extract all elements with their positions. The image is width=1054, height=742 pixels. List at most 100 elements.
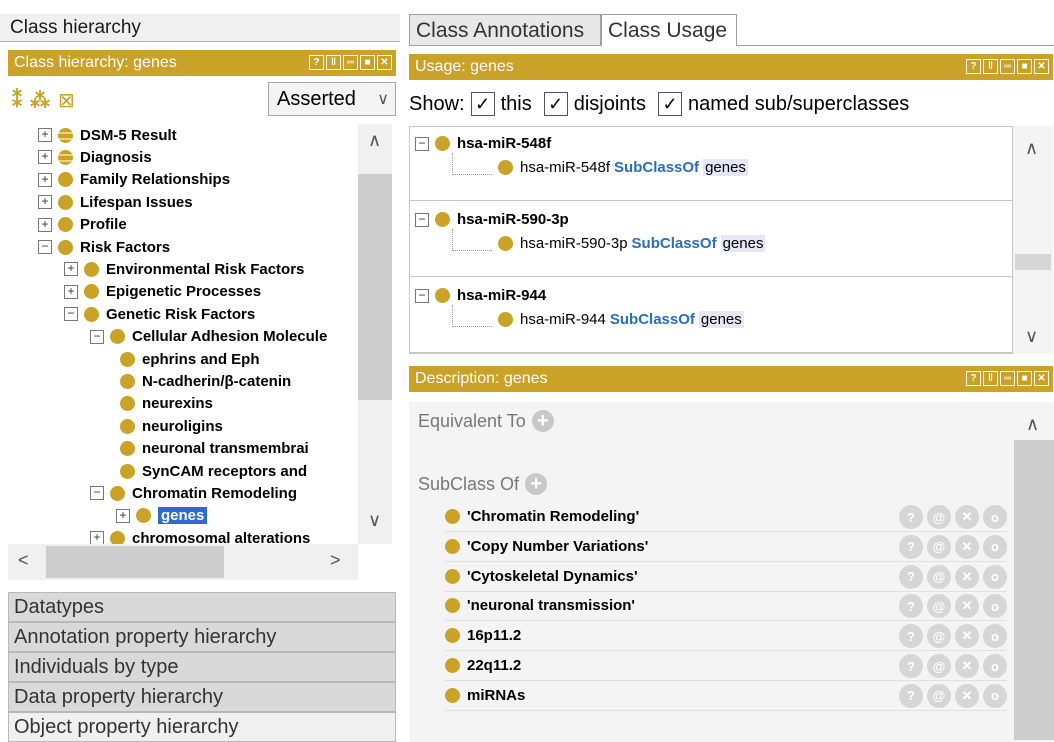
split-horizontal-icon[interactable]: ═ [1000, 59, 1015, 74]
explain-icon[interactable]: ? [899, 683, 923, 708]
superclass-row[interactable]: 'Cytoskeletal Dynamics'? @ ✕ o [445, 562, 1007, 592]
annotate-icon[interactable]: @ [927, 624, 951, 649]
tree-node[interactable]: ephrins and Eph [120, 348, 260, 370]
scroll-up-icon[interactable]: ∧ [1025, 138, 1038, 159]
expand-icon[interactable]: + [64, 284, 78, 299]
maximize-icon[interactable]: ■ [1017, 371, 1032, 386]
annotate-icon[interactable]: @ [927, 654, 951, 678]
tree-node[interactable]: + Family Relationships [38, 169, 230, 191]
split-horizontal-icon[interactable]: ═ [343, 55, 358, 70]
maximize-icon[interactable]: ■ [1017, 59, 1032, 74]
edit-icon[interactable]: o [983, 654, 1007, 678]
superclass-row[interactable]: miRNAs? @ ✕ o [445, 681, 1007, 711]
collapse-icon[interactable]: − [64, 307, 78, 322]
close-icon[interactable]: ✕ [1034, 59, 1049, 74]
usage-axiom[interactable]: hsa-miR-590-3p SubClassOf genes [498, 235, 766, 252]
tree-node[interactable]: + Environmental Risk Factors [64, 258, 304, 280]
tree-node[interactable]: neurexins [120, 393, 213, 415]
close-icon[interactable]: ✕ [1034, 371, 1049, 386]
split-vertical-icon[interactable]: ‖ [983, 59, 998, 74]
usage-item-title[interactable]: − hsa-miR-590-3p [415, 211, 569, 228]
scroll-right-icon[interactable]: > [330, 550, 341, 571]
named-sub-superclasses-checkbox[interactable]: ✓ [657, 92, 682, 116]
edit-icon[interactable]: o [983, 534, 1007, 559]
tree-node[interactable]: + Epigenetic Processes [64, 281, 261, 303]
collapse-icon[interactable]: − [90, 329, 104, 344]
tree-vertical-scroll-thumb[interactable] [358, 174, 392, 400]
expand-icon[interactable]: + [90, 531, 104, 544]
delete-icon[interactable]: ✕ [955, 594, 979, 619]
usage-item-title[interactable]: − hsa-miR-944 [415, 287, 546, 304]
description-scrollbar[interactable]: ∧ [1014, 402, 1054, 742]
maximize-icon[interactable]: ■ [360, 55, 375, 70]
add-subclass-icon[interactable]: ⁑ [12, 88, 22, 113]
this-checkbox[interactable]: ✓ [470, 92, 495, 116]
usage-axiom[interactable]: hsa-miR-944 SubClassOf genes [498, 311, 744, 328]
tree-vertical-scrollbar[interactable]: ∧ ∨ [358, 124, 392, 544]
explain-icon[interactable]: ? [899, 654, 923, 678]
tree-horizontal-scroll-thumb[interactable] [46, 546, 224, 578]
expand-icon[interactable]: + [38, 128, 52, 142]
tab-datatypes[interactable]: Datatypes [8, 592, 396, 622]
delete-icon[interactable]: ✕ [955, 564, 979, 589]
expand-icon[interactable]: + [38, 172, 52, 187]
collapse-icon[interactable]: − [415, 288, 429, 303]
tree-node[interactable]: + Profile [38, 214, 127, 236]
tree-node[interactable]: + chromosomal alterations [90, 527, 310, 544]
scroll-up-icon[interactable]: ∧ [1026, 414, 1039, 435]
scroll-up-icon[interactable]: ∧ [368, 130, 381, 151]
close-icon[interactable]: ✕ [377, 55, 392, 70]
description-scroll-thumb[interactable] [1014, 440, 1054, 740]
delete-icon[interactable]: ✕ [955, 505, 979, 529]
scroll-down-icon[interactable]: ∨ [368, 510, 381, 531]
expand-icon[interactable]: + [116, 508, 130, 523]
tab-class-annotations[interactable]: Class Annotations [409, 14, 601, 46]
expand-icon[interactable]: + [38, 150, 52, 165]
split-vertical-icon[interactable]: ‖ [326, 55, 341, 70]
tab-annotation-property-hierarchy[interactable]: Annotation property hierarchy [8, 622, 396, 652]
usage-scrollbar[interactable]: ∧ ∨ [1013, 126, 1053, 354]
tree-node[interactable]: + genes [116, 505, 208, 527]
delete-class-icon[interactable]: ⊠ [58, 88, 75, 113]
tab-individuals-by-type[interactable]: Individuals by type [8, 652, 396, 682]
tree-node[interactable]: neuroligins [120, 415, 223, 437]
delete-icon[interactable]: ✕ [955, 683, 979, 708]
usage-axiom[interactable]: hsa-miR-548f SubClassOf genes [498, 159, 748, 176]
tree-node[interactable]: − Chromatin Remodeling [90, 482, 297, 504]
help-icon[interactable]: ? [309, 55, 324, 70]
superclass-row[interactable]: 'Chromatin Remodeling'? @ ✕ o [445, 502, 1007, 532]
annotate-icon[interactable]: @ [927, 534, 951, 559]
tree-horizontal-scrollbar[interactable]: < > [8, 544, 358, 580]
expand-icon[interactable]: + [38, 195, 52, 210]
collapse-icon[interactable]: − [415, 212, 429, 227]
tab-object-property-hierarchy[interactable]: Object property hierarchy [8, 712, 396, 742]
split-horizontal-icon[interactable]: ═ [1000, 371, 1015, 386]
explain-icon[interactable]: ? [899, 564, 923, 589]
tree-node[interactable]: − Cellular Adhesion Molecule [90, 326, 327, 348]
tree-node[interactable]: neuronal transmembrai [120, 438, 309, 460]
superclass-row[interactable]: 'Copy Number Variations'? @ ✕ o [445, 532, 1007, 562]
explain-icon[interactable]: ? [899, 594, 923, 619]
edit-icon[interactable]: o [983, 564, 1007, 589]
edit-icon[interactable]: o [983, 624, 1007, 649]
help-icon[interactable]: ? [966, 371, 981, 386]
superclass-row[interactable]: 22q11.2? @ ✕ o [445, 651, 1007, 681]
annotate-icon[interactable]: @ [927, 505, 951, 529]
annotate-icon[interactable]: @ [927, 683, 951, 708]
tab-class-usage[interactable]: Class Usage [601, 14, 737, 46]
scroll-down-icon[interactable]: ∨ [1025, 326, 1038, 347]
tree-node[interactable]: − Genetic Risk Factors [64, 303, 255, 325]
add-sibling-class-icon[interactable]: ⁂ [30, 88, 50, 113]
superclass-row[interactable]: 16p11.2? @ ✕ o [445, 621, 1007, 652]
edit-icon[interactable]: o [983, 683, 1007, 708]
delete-icon[interactable]: ✕ [955, 534, 979, 559]
disjoints-checkbox[interactable]: ✓ [543, 92, 568, 116]
tree-node[interactable]: SynCAM receptors and [120, 460, 307, 482]
collapse-icon[interactable]: − [90, 486, 104, 501]
explain-icon[interactable]: ? [899, 505, 923, 529]
tab-data-property-hierarchy[interactable]: Data property hierarchy [8, 682, 396, 712]
collapse-icon[interactable]: − [415, 136, 429, 151]
expand-icon[interactable]: + [64, 262, 78, 277]
tree-node[interactable]: + Lifespan Issues [38, 191, 193, 213]
tree-node[interactable]: + DSM-5 Result [38, 124, 177, 146]
